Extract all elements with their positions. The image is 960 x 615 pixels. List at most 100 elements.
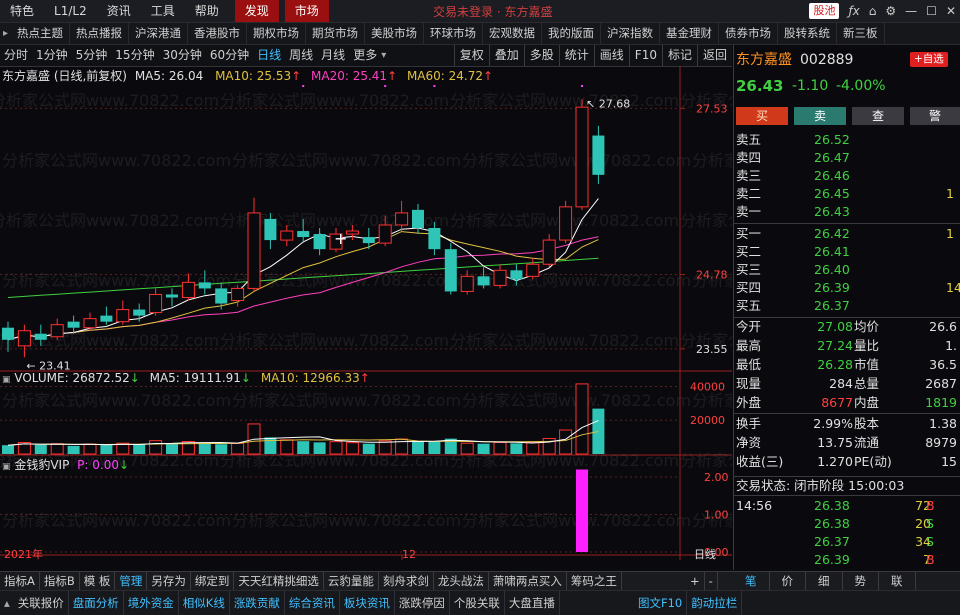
formula-icon[interactable]: ƒx (848, 4, 859, 18)
bottom-right-tab[interactable]: 韵动拉栏 (687, 591, 743, 615)
indicator-tab[interactable]: 绑定到 (191, 572, 235, 590)
period-tab[interactable]: 周线 (285, 45, 317, 66)
nav-item[interactable]: 宏观数据 (483, 23, 543, 44)
level-label: 卖一 (736, 204, 762, 219)
bottom-tab[interactable]: 相似K线 (179, 591, 230, 615)
menu-item-highlight[interactable]: 发现 (234, 0, 279, 22)
nav-item[interactable]: 股转系统 (778, 23, 838, 44)
tool-button[interactable]: 复权 (453, 45, 489, 66)
nav-item[interactable]: 新三板 (837, 23, 885, 44)
lock-icon[interactable]: ⌂ (869, 4, 877, 18)
indicator-tab[interactable]: 刻舟求剑 (379, 572, 434, 590)
menu-item[interactable]: 特色 (0, 0, 44, 22)
indicator-tab[interactable]: 萧啸两点买入 (489, 572, 567, 590)
period-tab[interactable]: 更多 (349, 45, 381, 66)
period-tab[interactable]: 30分钟 (159, 45, 206, 66)
period-tab[interactable]: 日线 (253, 45, 285, 66)
nav-item[interactable]: 期权市场 (247, 23, 307, 44)
indicator-tab[interactable]: 指标A (0, 572, 40, 590)
stock-pool-button[interactable]: 股池 (809, 3, 840, 19)
minimize-icon[interactable]: — (905, 4, 917, 18)
indicator-tab[interactable]: 龙头战法 (434, 572, 489, 590)
candle-body (2, 327, 14, 340)
alert-button[interactable]: 警 (910, 107, 960, 125)
bottom-right-tab[interactable]: 图文F10 (634, 591, 688, 615)
tool-button[interactable]: 标记 (661, 45, 697, 66)
zoom-button[interactable]: - (705, 572, 718, 590)
bottom-tab[interactable]: 板块资讯 (340, 591, 395, 615)
tool-button[interactable]: 返回 (696, 45, 732, 66)
indicator-tab[interactable]: 天天红精挑细选 (234, 572, 324, 590)
bottom-tab[interactable]: 大盘直播 (505, 591, 560, 615)
quote-row: 最高 27.24 量比 1. (734, 337, 960, 355)
tool-button[interactable]: 统计 (558, 45, 594, 66)
signal-dot (384, 85, 387, 87)
sell-button[interactable]: 卖 (794, 107, 846, 125)
tool-button[interactable]: 画线 (593, 45, 629, 66)
indicator-value: P: 0.00 (77, 458, 119, 472)
nav-item[interactable]: 沪深港通 (129, 23, 189, 44)
buy-button[interactable]: 买 (736, 107, 788, 125)
quote-side-tab[interactable]: 细 (806, 572, 843, 590)
chart-area[interactable]: 分析家公式网www.70822.com 分析家公式网www.70822.com 分析… (0, 66, 921, 561)
period-tab[interactable]: 15分钟 (111, 45, 158, 66)
indicator-tab[interactable]: 指标B (40, 572, 80, 590)
nav-item[interactable]: 债券市场 (719, 23, 779, 44)
nav-item[interactable]: 美股市场 (365, 23, 425, 44)
indicator-tab[interactable]: 另存为 (147, 572, 191, 590)
close-icon[interactable]: ✕ (946, 4, 956, 18)
tick-side: S (926, 516, 934, 531)
bottom-tab[interactable]: 综合资讯 (285, 591, 340, 615)
period-tab[interactable]: 5分钟 (72, 45, 112, 66)
kline-chart[interactable]: 分析家公式网www.70822.com 分析家公式网www.70822.com 分析… (0, 66, 921, 561)
indicator-tab[interactable]: 筹码之王 (567, 572, 622, 590)
menu-item-highlight[interactable]: 市场 (284, 0, 329, 22)
quote-side-tab[interactable]: 势 (843, 572, 879, 590)
nav-item[interactable]: 期货市场 (306, 23, 366, 44)
signal-dot (302, 85, 305, 87)
nav-item[interactable]: 我的版面 (542, 23, 602, 44)
tool-button[interactable]: 多股 (523, 45, 559, 66)
maximize-icon[interactable]: ☐ (926, 4, 937, 18)
menu-item[interactable]: 工具 (141, 0, 185, 22)
menu-item[interactable]: 帮助 (185, 0, 229, 22)
bottom-tab[interactable]: 境外资金 (124, 591, 179, 615)
nav-item[interactable]: 香港股市 (188, 23, 248, 44)
quote-side-tab[interactable]: 笔 (733, 572, 770, 590)
watermark-text: 分析家公式网www.70822.com (2, 151, 231, 170)
indicator-tab[interactable]: 管理 (115, 572, 148, 590)
query-button[interactable]: 查 (852, 107, 904, 125)
menu-item[interactable]: 资讯 (97, 0, 141, 22)
nav-expand-icon[interactable]: ▸ (0, 28, 11, 39)
bottom-tab[interactable]: 涨跌贡献 (230, 591, 285, 615)
indicator-tab[interactable]: 模 板 (80, 572, 116, 590)
period-tab[interactable]: 60分钟 (206, 45, 253, 66)
period-tab[interactable]: 1分钟 (32, 45, 72, 66)
menu-item[interactable]: L1/L2 (44, 0, 97, 22)
nav-item[interactable]: 热点主题 (11, 23, 71, 44)
period-tab[interactable]: 分时 (0, 45, 32, 66)
collapse-icon[interactable]: ▣ (2, 375, 11, 385)
bottom-tab[interactable]: 盘面分析 (69, 591, 124, 615)
bottom-tab[interactable]: 涨跌停因 (395, 591, 450, 615)
dropdown-arrow-icon[interactable]: ▾ (381, 45, 386, 66)
nav-item[interactable]: 沪深指数 (601, 23, 661, 44)
quote-side-tab[interactable]: 联 (879, 572, 916, 590)
expand-arrow-icon[interactable]: ▴ (0, 596, 14, 610)
candle-body (34, 333, 47, 340)
indicator-tab[interactable]: 云豹量能 (324, 572, 379, 590)
nav-item[interactable]: 基金理财 (660, 23, 720, 44)
zoom-button[interactable]: + (686, 572, 705, 590)
trade-status-row: 交易状态: 闭市阶段 15:00:03 (734, 476, 960, 495)
collapse-icon[interactable]: ▣ (2, 462, 11, 472)
tool-button[interactable]: 叠加 (488, 45, 524, 66)
quote-side-tab[interactable]: 价 (770, 572, 806, 590)
settings-icon[interactable]: ⚙ (885, 4, 896, 18)
add-favorite-button[interactable]: +自选 (910, 52, 948, 67)
bottom-tab[interactable]: 关联报价 (14, 591, 69, 615)
period-tab[interactable]: 月线 (317, 45, 349, 66)
tool-button[interactable]: F10 (628, 45, 662, 66)
nav-item[interactable]: 热点播报 (70, 23, 130, 44)
nav-item[interactable]: 环球市场 (424, 23, 484, 44)
bottom-tab[interactable]: 个股关联 (450, 591, 505, 615)
